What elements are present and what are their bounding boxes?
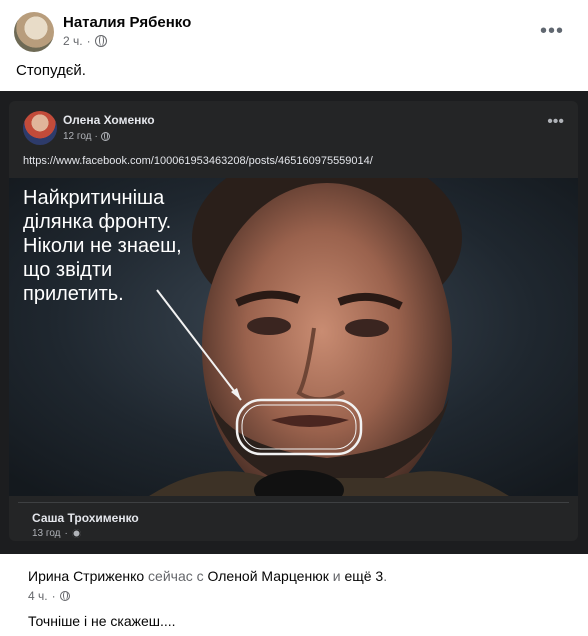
shared-author-avatar[interactable] [23, 111, 57, 145]
meta-separator: · [94, 131, 98, 142]
globe-icon[interactable] [94, 35, 107, 47]
post-meta: 2 ч. · [63, 34, 107, 48]
comment-header: Ирина Стриженко сейчас с Оленой Марценюк… [28, 568, 387, 584]
shared-more-options-icon[interactable]: ••• [547, 113, 564, 131]
more-options-icon[interactable]: ••• [540, 20, 564, 43]
comment-period: . [383, 568, 388, 584]
photo-caption: Найкритичніша ділянка фронту. Ніколи не … [23, 187, 182, 305]
shared-post-card[interactable]: Олена Хоменко 12 год · ••• https://www.f… [0, 91, 588, 554]
post-header: Наталия Рябенко 2 ч. · ••• [14, 12, 574, 56]
original-post-attribution: Саша Трохименко 13 год · [18, 502, 569, 541]
comment: Ирина Стриженко сейчас с Оленой Марценюк… [0, 558, 588, 636]
author-name[interactable]: Наталия Рябенко [63, 14, 191, 31]
shared-author-name[interactable]: Олена Хоменко [63, 113, 155, 127]
globe-icon [100, 132, 110, 141]
meta-separator: · [64, 528, 68, 539]
meta-separator: · [51, 589, 56, 603]
shared-photo[interactable]: Найкритичніша ділянка фронту. Ніколи не … [9, 178, 578, 496]
comment-meta: 4 ч. · [28, 589, 70, 603]
comment-status: сейчас с [148, 568, 204, 584]
comment-tagged-user[interactable]: Оленой Марценюк [208, 568, 329, 584]
comment-text: Точніше і не скажеш.... [28, 613, 176, 629]
comment-others-link[interactable]: ещё 3 [344, 568, 383, 584]
shared-post-link[interactable]: https://www.facebook.com/100061953463208… [23, 155, 373, 167]
meta-separator: · [86, 34, 91, 48]
gear-icon [71, 529, 81, 538]
comment-author[interactable]: Ирина Стриженко [28, 568, 144, 584]
post-time[interactable]: 2 ч. [63, 34, 83, 48]
original-author-name[interactable]: Саша Трохименко [32, 511, 139, 525]
shared-post-frame: Олена Хоменко 12 год · ••• https://www.f… [9, 101, 578, 541]
post-text: Стопудєй. [16, 62, 86, 79]
original-post-meta: 13 год · [32, 528, 81, 539]
comment-and: и [332, 568, 341, 584]
shared-post-time[interactable]: 12 год [63, 131, 92, 142]
author-avatar[interactable] [14, 12, 54, 52]
comment-time[interactable]: 4 ч. [28, 589, 48, 603]
globe-icon [59, 591, 70, 601]
original-post-time[interactable]: 13 год [32, 528, 61, 539]
shared-post-meta: 12 год · [63, 131, 110, 142]
